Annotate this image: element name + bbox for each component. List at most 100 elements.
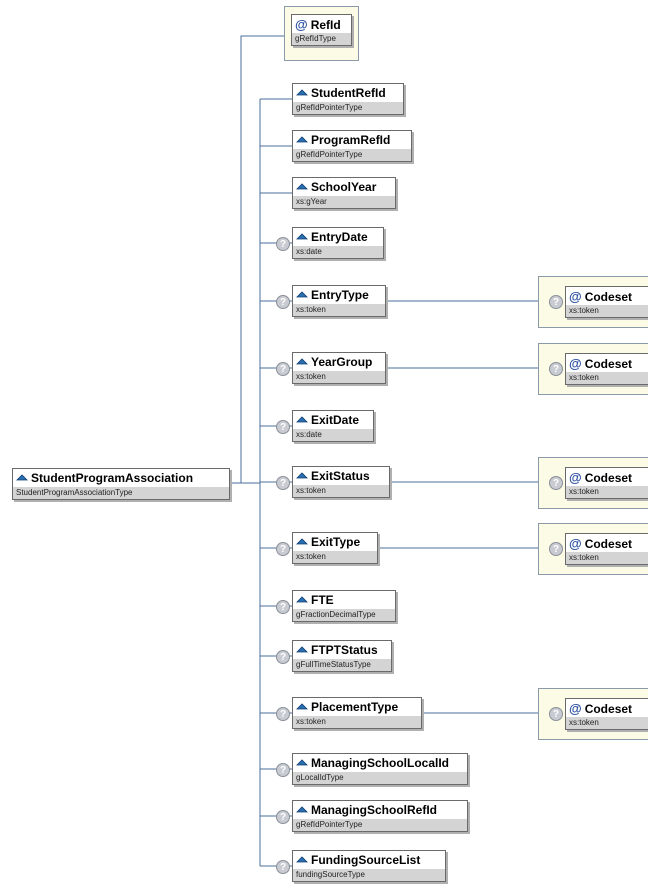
element-icon <box>296 291 308 298</box>
attribute-icon: @ <box>569 470 582 485</box>
element-icon <box>296 233 308 240</box>
element-entrydate[interactable]: EntryDate xs:date <box>292 227 384 259</box>
element-schoolyear[interactable]: SchoolYear xs:gYear <box>292 177 396 209</box>
element-fte-type: gFractionDecimalType <box>293 609 395 621</box>
attribute-icon: @ <box>569 289 582 304</box>
element-yeargroup-optional-marker: ? <box>276 362 290 376</box>
element-exitstatus-codeset[interactable]: @ Codeset xs:token <box>565 467 648 499</box>
element-managingschoollocalid-optional-marker: ? <box>276 763 290 777</box>
element-entrytype-type: xs:token <box>293 304 385 316</box>
attribute-icon: @ <box>569 356 582 371</box>
element-fundingsourcelist-type: fundingSourceType <box>293 869 445 881</box>
element-placementtype[interactable]: PlacementType xs:token <box>292 697 422 729</box>
element-icon <box>296 703 308 710</box>
element-managingschoollocalid-name: ManagingSchoolLocalId <box>311 756 450 770</box>
element-exitdate-optional-marker: ? <box>276 420 290 434</box>
element-icon <box>296 416 308 423</box>
element-managingschoollocalid[interactable]: ManagingSchoolLocalId gLocalIdType <box>292 753 468 785</box>
root-to-attribute-line <box>230 35 284 484</box>
element-exittype-codeset-name: Codeset <box>584 537 633 551</box>
element-exittype-codeset[interactable]: @ Codeset xs:token <box>565 533 648 565</box>
element-exittype-optional-marker: ? <box>276 542 290 556</box>
element-managingschoolrefid-optional-marker: ? <box>276 810 290 824</box>
root-element[interactable]: StudentProgramAssociation StudentProgram… <box>12 468 230 500</box>
root-element-name: StudentProgramAssociation <box>31 471 194 485</box>
element-exitstatus[interactable]: ExitStatus xs:token <box>292 466 390 498</box>
element-icon <box>296 358 308 365</box>
element-icon <box>296 646 308 653</box>
element-yeargroup-codeset[interactable]: @ Codeset xs:token <box>565 353 648 385</box>
element-exitstatus-codeset-optional-marker: ? <box>549 476 563 490</box>
element-schoolyear-name: SchoolYear <box>311 180 377 194</box>
attribute-refid[interactable]: @ RefId gRefIdType <box>291 14 352 46</box>
element-icon <box>296 89 308 96</box>
element-exitstatus-type: xs:token <box>293 485 389 497</box>
element-entrytype-codeset-name: Codeset <box>584 290 633 304</box>
element-exitstatus-codeset-type: xs:token <box>566 486 648 498</box>
element-placementtype-codeset-name: Codeset <box>584 702 633 716</box>
attribute-type: gRefIdType <box>292 33 351 45</box>
element-programrefid[interactable]: ProgramRefId gRefIdPointerType <box>292 130 412 162</box>
element-exitdate[interactable]: ExitDate xs:date <box>292 410 374 442</box>
element-yeargroup-name: YearGroup <box>311 355 373 369</box>
element-ftptstatus-name: FTPTStatus <box>311 643 378 657</box>
element-fundingsourcelist-name: FundingSourceList <box>311 853 421 867</box>
element-studentrefid-name: StudentRefId <box>311 86 386 100</box>
element-yeargroup[interactable]: YearGroup xs:token <box>292 352 386 384</box>
element-fte-optional-marker: ? <box>276 600 290 614</box>
element-exittype-codeset-type: xs:token <box>566 552 648 564</box>
attribute-name: RefId <box>310 18 341 32</box>
element-managingschoollocalid-type: gLocalIdType <box>293 772 467 784</box>
element-programrefid-name: ProgramRefId <box>311 133 391 147</box>
element-icon <box>296 538 308 545</box>
element-entrydate-optional-marker: ? <box>276 237 290 251</box>
element-icon <box>16 474 28 481</box>
element-icon <box>296 596 308 603</box>
element-managingschoolrefid-name: ManagingSchoolRefId <box>311 803 437 817</box>
element-schoolyear-type: xs:gYear <box>293 196 395 208</box>
element-placementtype-codeset-optional-marker: ? <box>549 707 563 721</box>
element-exitstatus-name: ExitStatus <box>311 469 370 483</box>
element-entrydate-name: EntryDate <box>311 230 368 244</box>
element-exittype[interactable]: ExitType xs:token <box>292 532 378 564</box>
element-icon <box>296 472 308 479</box>
element-yeargroup-codeset-type: xs:token <box>566 372 648 384</box>
element-yeargroup-codeset-name: Codeset <box>584 357 633 371</box>
element-ftptstatus[interactable]: FTPTStatus gFullTimeStatusType <box>292 640 392 672</box>
element-placementtype-type: xs:token <box>293 716 421 728</box>
element-entrytype-codeset-type: xs:token <box>566 305 648 317</box>
element-exitdate-name: ExitDate <box>311 413 360 427</box>
element-icon <box>296 806 308 813</box>
element-entrytype-codeset-optional-marker: ? <box>549 295 563 309</box>
element-icon <box>296 759 308 766</box>
element-entrytype-optional-marker: ? <box>276 295 290 309</box>
element-placementtype-codeset[interactable]: @ Codeset xs:token <box>565 698 648 730</box>
element-fte-name: FTE <box>311 593 334 607</box>
element-exitdate-type: xs:date <box>293 429 373 441</box>
element-fundingsourcelist[interactable]: FundingSourceList fundingSourceType <box>292 850 446 882</box>
element-exitstatus-optional-marker: ? <box>276 476 290 490</box>
element-yeargroup-type: xs:token <box>293 371 385 383</box>
attribute-icon: @ <box>569 701 582 716</box>
element-entrytype-codeset[interactable]: @ Codeset xs:token <box>565 286 648 318</box>
element-fundingsourcelist-optional-marker: ? <box>276 860 290 874</box>
element-exittype-type: xs:token <box>293 551 377 563</box>
element-icon <box>296 856 308 863</box>
element-entrydate-type: xs:date <box>293 246 383 258</box>
element-managingschoolrefid-type: gRefIdPointerType <box>293 819 467 831</box>
attribute-icon: @ <box>569 536 582 551</box>
element-icon <box>296 136 308 143</box>
element-ftptstatus-optional-marker: ? <box>276 650 290 664</box>
element-managingschoolrefid[interactable]: ManagingSchoolRefId gRefIdPointerType <box>292 800 468 832</box>
element-yeargroup-codeset-optional-marker: ? <box>549 362 563 376</box>
element-fte[interactable]: FTE gFractionDecimalType <box>292 590 396 622</box>
element-entrytype[interactable]: EntryType xs:token <box>292 285 386 317</box>
element-placementtype-optional-marker: ? <box>276 707 290 721</box>
element-exitstatus-codeset-name: Codeset <box>584 471 633 485</box>
element-studentrefid-type: gRefIdPointerType <box>293 102 403 114</box>
element-studentrefid[interactable]: StudentRefId gRefIdPointerType <box>292 83 404 115</box>
element-programrefid-type: gRefIdPointerType <box>293 149 411 161</box>
attribute-icon: @ <box>295 17 308 32</box>
element-exittype-codeset-optional-marker: ? <box>549 542 563 556</box>
element-ftptstatus-type: gFullTimeStatusType <box>293 659 391 671</box>
